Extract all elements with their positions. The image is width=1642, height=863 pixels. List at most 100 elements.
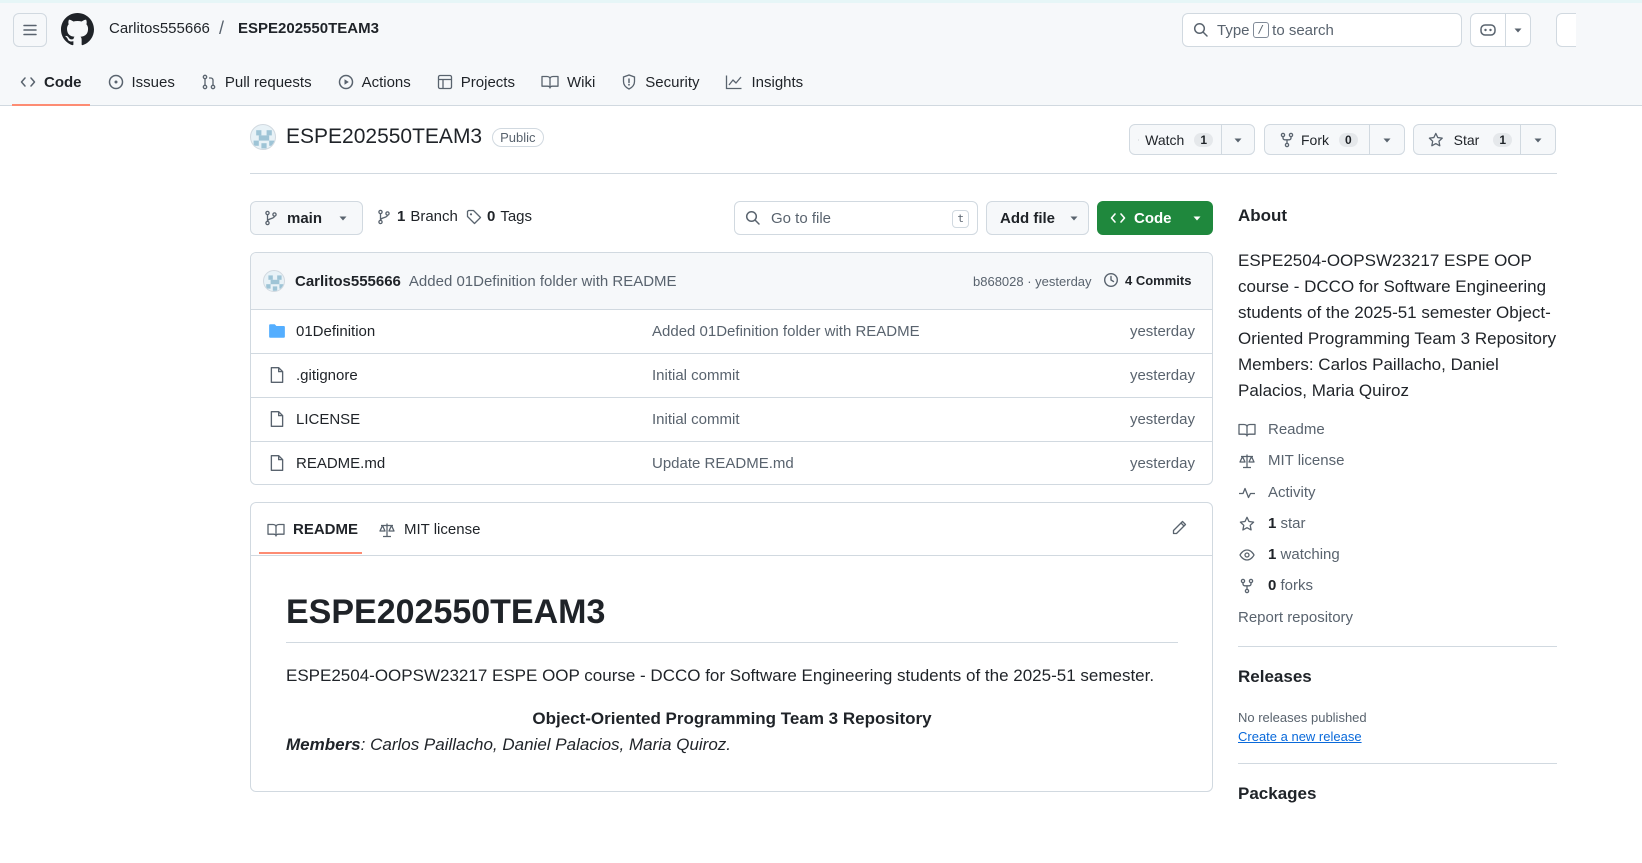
file-name[interactable]: 01Definition	[296, 323, 375, 340]
code-icon	[1110, 213, 1126, 223]
report-repository-link[interactable]: Report repository	[1238, 609, 1353, 626]
play-icon	[338, 74, 353, 90]
star-button[interactable]: Star 1	[1413, 124, 1556, 155]
tab-label: Pull requests	[224, 73, 312, 91]
file-commit-time: yesterday	[1129, 367, 1195, 384]
file-commit-time: yesterday	[1129, 411, 1195, 428]
breadcrumb-owner[interactable]: Carlitos555666	[109, 20, 210, 37]
commit-hash-time[interactable]: b868028 · yesterday	[973, 274, 1092, 289]
file-row[interactable]: README.md Update README.md yesterday	[251, 442, 1212, 484]
readme-heading: ESPE202550TEAM3	[286, 593, 1178, 643]
tab-label: Actions	[361, 73, 411, 91]
fork-main[interactable]: Fork 0	[1265, 125, 1371, 154]
releases-heading[interactable]: Releases	[1238, 667, 1312, 687]
add-file-button[interactable]: Add file	[986, 201, 1089, 235]
latest-commit-bar: Carlitos555666 Added 01Definition folder…	[251, 253, 1212, 310]
tab-code[interactable]: Code	[12, 62, 90, 106]
pencil-icon[interactable]	[1171, 520, 1187, 536]
tab-insights[interactable]: Insights	[717, 62, 811, 102]
tab-security[interactable]: Security	[613, 62, 707, 102]
file-icon	[270, 367, 284, 383]
header-action-button[interactable]	[1556, 13, 1576, 47]
go-to-file-placeholder: Go to file	[771, 209, 832, 227]
branch-select-button[interactable]: main	[250, 201, 363, 235]
tag-icon	[466, 209, 482, 224]
go-to-file-input[interactable]: Go to file t	[734, 201, 978, 235]
issue-opened-icon	[108, 74, 123, 90]
file-icon	[270, 411, 284, 427]
star-icon	[1239, 516, 1255, 531]
tab-wiki[interactable]: Wiki	[533, 62, 603, 102]
file-commit-message[interactable]: Added 01Definition folder with README	[652, 323, 920, 340]
activity-link-label: Activity	[1268, 484, 1316, 501]
packages-heading[interactable]: Packages	[1238, 784, 1316, 804]
global-search-input[interactable]: Type / to search	[1182, 13, 1462, 47]
file-commit-message[interactable]: Update README.md	[652, 455, 794, 472]
copilot-dropdown-button[interactable]	[1506, 14, 1530, 46]
branches-count: 1	[397, 208, 406, 225]
repo-title[interactable]: ESPE202550TEAM3	[286, 125, 482, 149]
copilot-button-group[interactable]	[1470, 13, 1531, 47]
tags-link[interactable]: 0 Tags	[466, 208, 532, 225]
star-main[interactable]: Star 1	[1414, 125, 1521, 154]
tab-label: Wiki	[566, 73, 596, 91]
repo-forked-icon	[1280, 132, 1294, 147]
git-pull-request-icon	[202, 74, 216, 90]
file-row[interactable]: .gitignore Initial commit yesterday	[251, 354, 1212, 398]
create-release-link[interactable]: Create a new release	[1238, 729, 1362, 744]
tab-label: Projects	[460, 73, 515, 91]
tab-projects[interactable]: Projects	[429, 62, 523, 102]
menu-button[interactable]	[13, 13, 47, 47]
owner-avatar[interactable]	[250, 124, 276, 150]
watch-button[interactable]: Watch 1	[1129, 124, 1255, 155]
tab-readme[interactable]: README	[267, 521, 358, 538]
github-logo-icon[interactable]	[61, 13, 94, 46]
git-branch-icon	[378, 209, 390, 224]
tab-issues[interactable]: Issues	[100, 62, 183, 102]
activity-link[interactable]: Activity	[1238, 484, 1316, 501]
file-name[interactable]: LICENSE	[296, 411, 360, 428]
book-icon	[267, 523, 285, 537]
tab-pull-requests[interactable]: Pull requests	[193, 62, 320, 102]
tab-license[interactable]: MIT license	[378, 521, 480, 538]
stars-link[interactable]: 1 star	[1238, 515, 1306, 532]
breadcrumb-repo[interactable]: ESPE202550TEAM3	[238, 20, 379, 37]
fork-button-group: Fork 0	[1264, 124, 1405, 155]
file-commit-message[interactable]: Initial commit	[652, 367, 740, 384]
license-tab-label: MIT license	[404, 521, 481, 538]
sidebar-divider	[1238, 646, 1557, 647]
about-heading: About	[1238, 206, 1288, 225]
about-sidebar: About ESPE2504-OOPSW23217 ESPE OOP cours…	[1238, 206, 1558, 803]
commit-message[interactable]: Added 01Definition folder with README	[409, 273, 677, 290]
star-dropdown[interactable]	[1521, 125, 1555, 154]
file-row[interactable]: 01Definition Added 01Definition folder w…	[251, 310, 1212, 354]
watching-link[interactable]: 1 watching	[1238, 546, 1340, 563]
triangle-down-icon	[1193, 216, 1200, 221]
fork-button[interactable]: Fork 0	[1264, 124, 1405, 155]
readme-link-label: Readme	[1268, 421, 1325, 438]
law-icon	[1239, 454, 1255, 468]
graph-icon	[726, 75, 742, 90]
stars-count: 1	[1268, 515, 1277, 532]
commit-author[interactable]: Carlitos555666	[295, 273, 401, 290]
breadcrumb-separator: /	[219, 18, 225, 38]
code-clone-button[interactable]: Code	[1097, 201, 1213, 235]
readme-link[interactable]: Readme	[1238, 421, 1325, 438]
file-name[interactable]: README.md	[296, 455, 385, 472]
sidebar-divider	[1238, 763, 1557, 764]
star-button-group: Star 1	[1413, 124, 1556, 155]
file-name[interactable]: .gitignore	[296, 367, 358, 384]
forks-link[interactable]: 0 forks	[1238, 577, 1313, 594]
tab-actions[interactable]: Actions	[330, 62, 419, 102]
copilot-button[interactable]	[1471, 14, 1506, 46]
file-row[interactable]: LICENSE Initial commit yesterday	[251, 398, 1212, 442]
branches-link[interactable]: 1 Branch	[376, 208, 458, 225]
watch-dropdown[interactable]	[1222, 125, 1254, 154]
fork-dropdown[interactable]	[1370, 125, 1404, 154]
file-commit-message[interactable]: Initial commit	[652, 411, 740, 428]
commit-author-avatar[interactable]	[263, 270, 285, 292]
readme-tabs: README MIT license	[251, 503, 1212, 556]
license-link[interactable]: MIT license	[1238, 452, 1344, 469]
watch-main[interactable]: Watch 1	[1130, 125, 1222, 154]
commits-link[interactable]: 4 Commits	[1103, 272, 1191, 288]
